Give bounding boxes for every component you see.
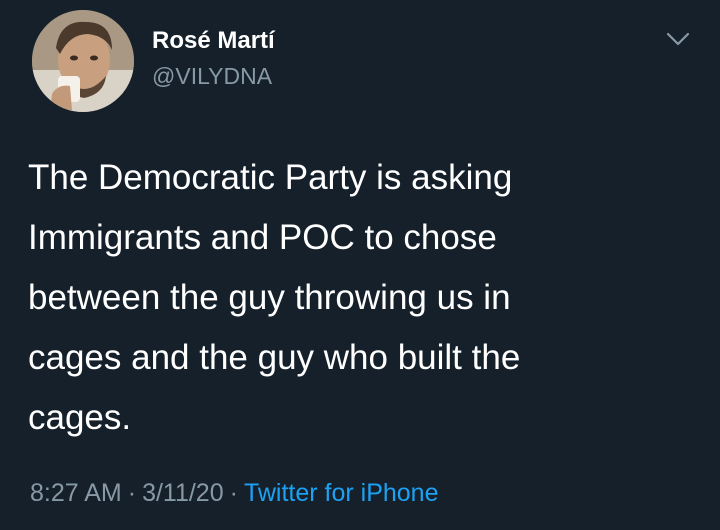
author-handle[interactable]: @VILYDNA xyxy=(152,62,272,90)
meta-separator: · xyxy=(229,479,238,507)
tweet-text-line: between the guy throwing us in xyxy=(28,278,511,317)
tweet-meta: 8:27 AM · 3/11/20 · Twitter for iPhone xyxy=(30,476,438,510)
tweet-source-link[interactable]: Twitter for iPhone xyxy=(244,479,439,507)
tweet-text-line: Immigrants and POC to chose xyxy=(28,218,497,257)
tweet-date[interactable]: 3/11/20 xyxy=(142,479,224,507)
avatar-image xyxy=(32,10,134,112)
tweet-time[interactable]: 8:27 AM xyxy=(30,479,122,507)
tweet-card: Rosé Martí @VILYDNA The Democratic Party… xyxy=(0,0,720,530)
chevron-down-icon[interactable] xyxy=(662,28,694,50)
tweet-text-line: cages. xyxy=(28,398,132,437)
author-display-name[interactable]: Rosé Martí xyxy=(152,26,275,56)
tweet-text-line: The Democratic Party is asking xyxy=(28,158,513,197)
tweet-text-line: cages and the guy who built the xyxy=(28,338,521,377)
avatar[interactable] xyxy=(32,10,134,112)
tweet-text: The Democratic Party is asking Immigrant… xyxy=(28,148,668,448)
meta-separator: · xyxy=(127,479,137,507)
